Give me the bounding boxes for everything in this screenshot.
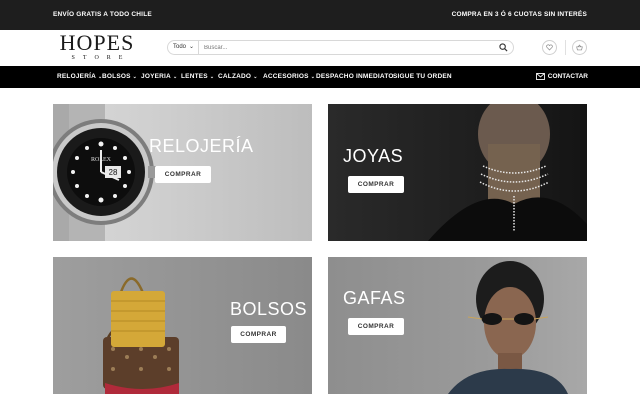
chevron-down-icon: ⌄ xyxy=(310,74,316,80)
chevron-down-icon: ⌄ xyxy=(209,74,215,80)
nav-label: DESPACHO INMEDIATO xyxy=(316,73,394,80)
category-tile-bolsos[interactable]: BOLSOS COMPRAR xyxy=(53,257,312,394)
chevron-down-icon: ⌄ xyxy=(172,74,178,80)
chevron-down-icon: ⌄ xyxy=(188,44,194,50)
envelope-icon xyxy=(535,73,545,80)
nav-item-despacho-inmediato[interactable]: DESPACHO INMEDIATO xyxy=(316,73,394,80)
shop-button-relojeria[interactable]: COMPRAR xyxy=(155,166,211,183)
shop-button-joyas[interactable]: COMPRAR xyxy=(348,176,404,193)
tile-title: RELOJERÍA xyxy=(149,136,254,156)
wishlist-button[interactable] xyxy=(542,40,557,55)
main-navigation: RELOJERÍA ⌄ BOLSOS ⌄ JOYERIA ⌄ LENTES ⌄ CALZ… xyxy=(0,66,640,88)
header-divider xyxy=(565,40,566,55)
category-tile-joyas[interactable]: JOYAS COMPRAR xyxy=(328,104,587,241)
logo-subtitle: STORE xyxy=(71,55,131,61)
jewelry-image xyxy=(428,104,587,241)
search-icon[interactable] xyxy=(499,43,508,52)
nav-item-sigue-tu-orden[interactable]: SIGUE TU ORDEN xyxy=(393,73,452,80)
installments-text: COMPRA EN 3 Ó 6 CUOTAS SIN INTERÉS xyxy=(451,11,587,18)
chevron-down-icon: ⌄ xyxy=(253,74,258,80)
category-tile-relojeria[interactable]: 28 ROLEX RELOJERÍA COMPRAR xyxy=(53,104,312,241)
search-input[interactable] xyxy=(204,42,484,53)
shop-button-gafas[interactable]: COMPRAR xyxy=(348,318,404,335)
logo-wordmark: HOPES xyxy=(59,30,135,55)
announcement-bar: ENVÍO GRATIS A TODO CHILE COMPRA EN 3 Ó … xyxy=(0,0,640,30)
nav-label: LENTES xyxy=(181,73,208,80)
contact-label: CONTACTAR xyxy=(547,73,588,80)
contact-link[interactable]: CONTACTAR xyxy=(535,73,588,80)
heart-icon xyxy=(546,44,553,51)
free-shipping-text: ENVÍO GRATIS A TODO CHILE xyxy=(53,11,152,18)
nav-label: SIGUE TU ORDEN xyxy=(393,73,452,80)
nav-label: BOLSOS xyxy=(102,73,131,80)
shop-button-bolsos[interactable]: COMPRAR xyxy=(231,326,286,343)
header: HOPES STORE Todo ⌄ xyxy=(0,30,640,66)
nav-item-lentes[interactable]: LENTES ⌄ xyxy=(181,73,214,80)
nav-item-calzado[interactable]: CALZADO ⌄ xyxy=(218,73,258,80)
chevron-down-icon: ⌄ xyxy=(132,74,138,80)
cart-button[interactable] xyxy=(572,40,587,55)
nav-label: ACCESORIOS xyxy=(263,73,309,80)
nav-item-relojeria[interactable]: RELOJERÍA ⌄ xyxy=(57,73,102,80)
nav-item-bolsos[interactable]: BOLSOS ⌄ xyxy=(102,73,137,80)
nav-label: RELOJERÍA xyxy=(57,73,97,80)
search-category-value: Todo xyxy=(173,44,187,50)
search-bar: Todo ⌄ xyxy=(167,40,514,55)
nav-label: JOYERIA xyxy=(141,73,171,80)
category-tile-gafas[interactable]: GAFAS COMPRAR xyxy=(328,257,587,394)
nav-item-accesorios[interactable]: ACCESORIOS ⌄ xyxy=(263,73,315,80)
store-logo[interactable]: HOPES STORE xyxy=(55,32,139,64)
tile-title: GAFAS xyxy=(343,288,406,308)
search-category-select[interactable]: Todo ⌄ xyxy=(168,41,199,54)
tile-title: JOYAS xyxy=(343,146,404,166)
nav-label: CALZADO xyxy=(218,73,252,80)
tile-title: BOLSOS xyxy=(230,299,308,319)
nav-item-joyeria[interactable]: JOYERIA ⌄ xyxy=(141,73,177,80)
basket-icon xyxy=(576,44,583,51)
